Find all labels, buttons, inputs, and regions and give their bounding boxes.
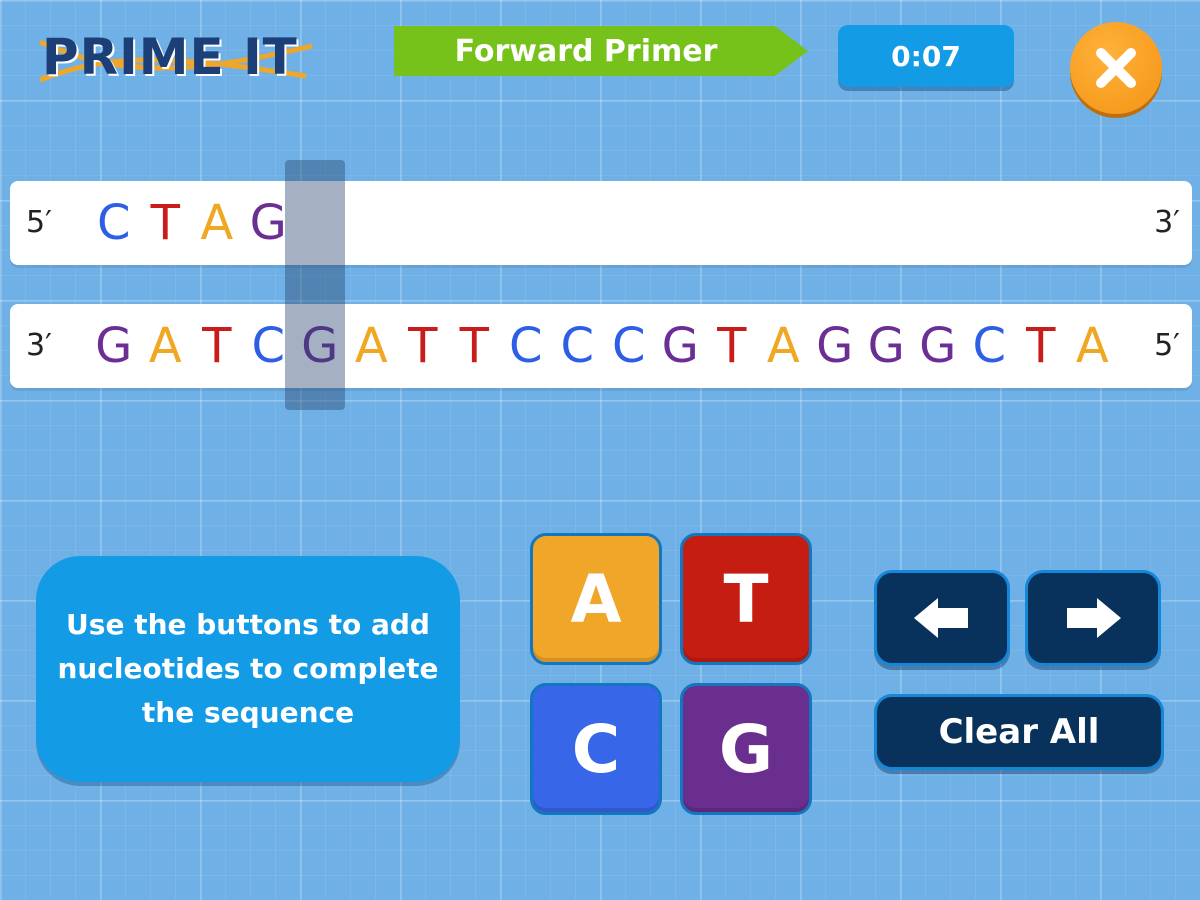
template-base: C [972, 318, 1006, 374]
clear-all-button[interactable]: Clear All [874, 694, 1164, 770]
template-base: T [202, 318, 232, 374]
template-base: T [1026, 318, 1056, 374]
nucleotide-g-button[interactable]: G [680, 683, 812, 815]
nucleotide-a-button[interactable]: A [530, 533, 662, 665]
template-base: T [717, 318, 747, 374]
template-base: A [1075, 318, 1109, 374]
template-base: A [354, 318, 388, 374]
primer-strand: 5′ CTAG 3′ [10, 181, 1192, 265]
close-icon [1096, 48, 1136, 88]
nucleotide-t-button[interactable]: T [680, 533, 812, 665]
template-base: G [919, 318, 957, 374]
template-5prime-label: 5′ [1154, 328, 1180, 363]
move-left-button[interactable] [874, 570, 1010, 666]
template-base: T [408, 318, 438, 374]
template-base: G [816, 318, 854, 374]
primer-bases: CTAG [88, 181, 294, 265]
arrow-left-icon [914, 598, 968, 638]
mode-banner: Forward Primer [394, 26, 808, 76]
instructions-panel: Use the buttons to add nucleotides to co… [36, 556, 460, 782]
prime-it-logo: PRIME IT [36, 18, 326, 98]
template-base: G [95, 318, 133, 374]
template-3prime-label: 3′ [26, 328, 52, 363]
template-base: T [459, 318, 489, 374]
logo-text: PRIME IT [42, 28, 298, 86]
template-base: G [661, 318, 699, 374]
primer-base: C [96, 195, 131, 251]
primer-3prime-label: 3′ [1154, 205, 1180, 240]
primer-base: A [200, 195, 234, 251]
template-base: C [508, 318, 543, 374]
position-cursor [285, 160, 345, 410]
template-base: G [867, 318, 905, 374]
arrow-right-icon [1067, 598, 1121, 638]
template-bases: GATCGATTCCCGTAGGGCTA [88, 304, 1118, 388]
template-strand: 3′ GATCGATTCCCGTAGGGCTA 5′ [10, 304, 1192, 388]
timer-display: 0:07 [838, 25, 1014, 87]
template-base: A [766, 318, 800, 374]
close-button[interactable] [1070, 22, 1162, 114]
primer-5prime-label: 5′ [26, 205, 52, 240]
template-base: A [148, 318, 182, 374]
primer-base: T [150, 195, 180, 251]
template-base: C [560, 318, 594, 374]
move-right-button[interactable] [1025, 570, 1161, 666]
nucleotide-c-button[interactable]: C [530, 683, 662, 815]
template-base: C [611, 318, 646, 374]
